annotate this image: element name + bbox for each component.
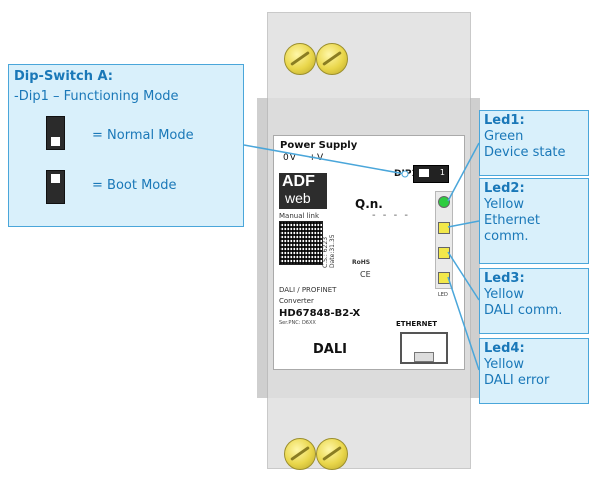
led-callout-title: Led1:	[484, 113, 525, 128]
led1-callout: Led1: Green Device state	[479, 110, 589, 176]
dip-normal-mode-icon	[46, 116, 65, 150]
dip-callout-description: -Dip1 – Functioning Mode	[14, 89, 179, 104]
led-callout-title: Led3:	[484, 271, 525, 286]
led1-connector-line	[447, 142, 480, 202]
dip-switch-callout: Dip-Switch A: -Dip1 – Functioning Mode =…	[8, 64, 244, 227]
led-callout-title: Led4:	[484, 341, 525, 356]
led4-callout: Led4: Yellow DALI error	[479, 338, 589, 404]
led-color-name: Yellow	[484, 287, 525, 302]
dip-boot-mode-icon	[46, 170, 65, 204]
led-function: Device state	[484, 145, 566, 160]
led-color-name: Yellow	[484, 197, 525, 212]
led2-callout: Led2: Yellow Ethernet comm.	[479, 178, 589, 264]
dip-connector-dot	[401, 170, 409, 178]
dip-callout-title: Dip-Switch A:	[14, 69, 113, 84]
led-function: DALI comm.	[484, 303, 563, 318]
led-function: DALI error	[484, 373, 550, 388]
led-callout-title: Led2:	[484, 181, 525, 196]
dip-switch-knob	[51, 137, 60, 146]
dip-switch-knob	[51, 174, 60, 183]
led-color-name: Yellow	[484, 357, 525, 372]
dip-connector-line	[243, 144, 406, 175]
led2-connector-line	[447, 220, 480, 228]
led3-callout: Led3: Yellow DALI comm.	[479, 268, 589, 334]
led4-connector-line	[447, 276, 480, 371]
led-color-name: Green	[484, 129, 524, 144]
boot-mode-label: = Boot Mode	[92, 178, 177, 193]
led-function-cont: comm.	[484, 229, 529, 244]
led-function: Ethernet	[484, 213, 540, 228]
normal-mode-label: = Normal Mode	[92, 128, 194, 143]
